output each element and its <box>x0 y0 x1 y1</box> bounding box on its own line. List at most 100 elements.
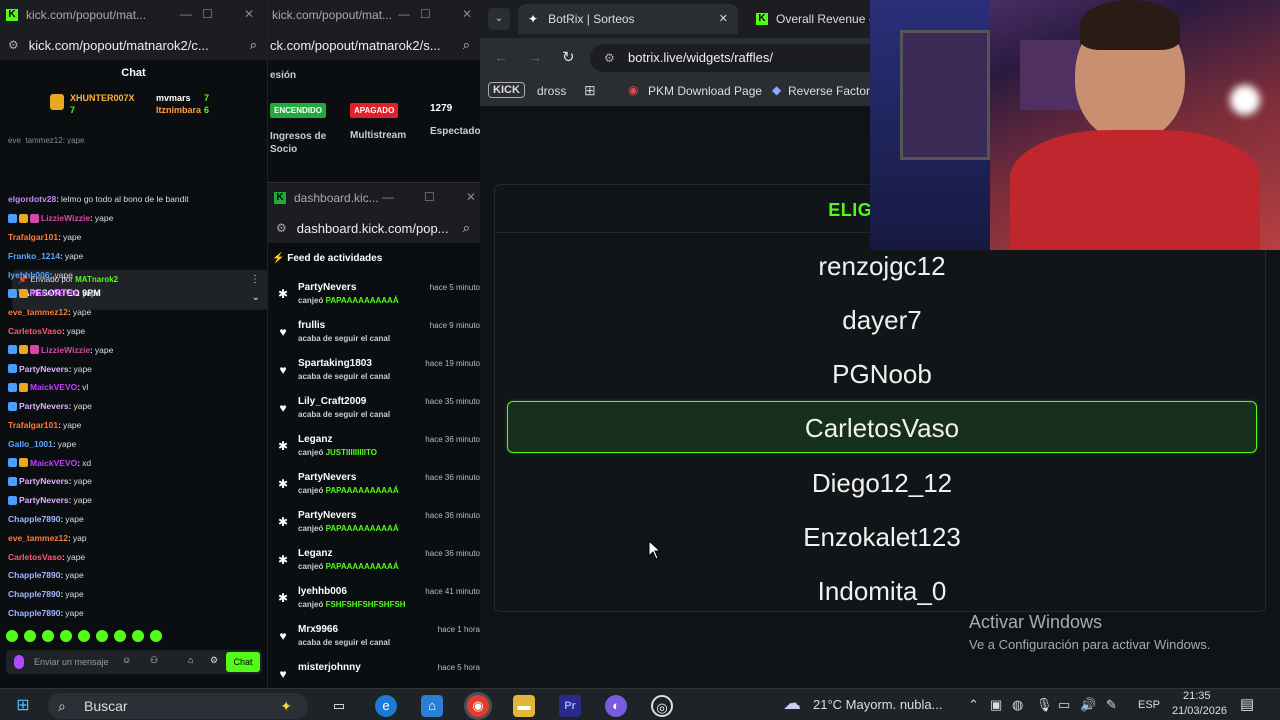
site-info-icon[interactable]: ⚙ <box>604 44 615 72</box>
site-settings-icon[interactable]: ⚙ <box>276 221 287 235</box>
chat-username[interactable]: Gallo_1001 <box>8 439 53 449</box>
multistream-status-badge[interactable]: APAGADO <box>350 103 399 118</box>
activity-feed-item[interactable]: ✱ PartyNevers canjeó PAPAAAAAAAAAÁ hace 36 … <box>268 469 480 507</box>
chat-address-bar[interactable]: ⚙ kick.com/popout/matnarok2/c... ⌕ <box>0 30 267 60</box>
tray-chevron-icon[interactable]: ⌃ <box>968 697 979 713</box>
user-badge-icon[interactable] <box>8 495 17 505</box>
language-indicator[interactable]: ESP <box>1138 699 1160 711</box>
activity-feed-item[interactable]: ♥ Mrx9966 acaba de seguir el canal hace 1 h… <box>268 621 480 659</box>
zoom-icon[interactable]: ⌕ <box>463 220 470 236</box>
tab-botrix[interactable]: ✦ BotRix | Sorteos ✕ <box>518 4 738 34</box>
activity-feed-item[interactable]: ✱ Leganz canjeó JUSTIIIIIIIIITO hace 36 min… <box>268 431 480 469</box>
minimize-icon[interactable]: — <box>180 7 192 21</box>
tab-search-icon[interactable]: ⌄ <box>488 8 510 30</box>
clock-date[interactable]: 21/03/2026 <box>1172 705 1227 717</box>
activity-feed-item[interactable]: ♥ frullis acaba de seguir el canal hace 9 m… <box>268 317 480 355</box>
emote-icon[interactable] <box>114 630 126 642</box>
close-icon[interactable]: ✕ <box>462 7 472 21</box>
emote-icon[interactable] <box>150 630 162 642</box>
user-badge-icon[interactable] <box>8 213 17 223</box>
user-badge-icon[interactable] <box>8 476 17 486</box>
user-badge-icon[interactable] <box>19 213 28 223</box>
user-badge-icon[interactable] <box>8 364 17 374</box>
settings-icon[interactable]: ⚙ <box>210 655 218 666</box>
reload-icon[interactable]: ↻ <box>562 48 575 66</box>
chrome-icon[interactable]: ◉ <box>467 695 489 717</box>
chat-username[interactable]: LizzieWizzie <box>41 213 90 223</box>
obs-icon[interactable]: ◎ <box>651 695 673 717</box>
chat-username[interactable]: CarletosVaso <box>8 326 62 336</box>
back-icon[interactable]: ← <box>494 49 508 65</box>
chat-username[interactable]: MaickVEVO <box>30 458 77 468</box>
user-badge-icon[interactable] <box>19 458 28 468</box>
chat-input[interactable]: Enviar un mensaje ☺ ⚇ ⌂ ⚙ Chat <box>6 650 262 674</box>
bookmark-kick[interactable]: KICK <box>488 82 525 98</box>
close-icon[interactable]: ✕ <box>466 190 476 204</box>
pen-icon[interactable]: ✎ <box>1106 697 1117 713</box>
chat-username[interactable]: Chapple7890 <box>8 589 60 599</box>
chat-username[interactable]: Chapple7890 <box>8 514 60 524</box>
chat-username[interactable]: Trafalgar101 <box>8 232 58 242</box>
emote-icon[interactable] <box>60 630 72 642</box>
emote-icon[interactable] <box>78 630 90 642</box>
clock-time[interactable]: 21:35 <box>1183 690 1211 702</box>
edge-icon[interactable]: e <box>375 695 397 717</box>
file-explorer-icon[interactable]: ▬ <box>513 695 535 717</box>
user-badge-icon[interactable] <box>8 288 17 298</box>
site-settings-icon[interactable]: ⚙ <box>8 38 19 52</box>
maximize-icon[interactable]: ☐ <box>420 7 431 21</box>
chat-username[interactable]: PartyNevers <box>19 476 69 486</box>
user-badge-icon[interactable] <box>8 401 17 411</box>
bookmark-pkm[interactable]: PKM Download Page <box>648 84 762 98</box>
chat-username[interactable]: CarletosVaso <box>8 552 62 562</box>
chat-username[interactable]: PartyNevers <box>19 364 69 374</box>
close-icon[interactable]: ✕ <box>244 7 254 21</box>
dashboard-address-bar[interactable]: ck.com/popout/matnarok2/s... ⌕ <box>268 30 480 60</box>
user-badge-icon[interactable] <box>8 382 17 392</box>
activity-feed-item[interactable]: ✱ Leganz canjeó PAPAAAAAAAAAÁ hace 36 minut… <box>268 545 480 583</box>
send-chat-button[interactable]: Chat <box>226 652 260 672</box>
activity-feed-item[interactable]: ♥ Lily_Craft2009 acaba de seguir el canal h… <box>268 393 480 431</box>
taskbar-search[interactable]: ⌕ Buscar ✦ <box>48 693 308 719</box>
emoji-icon[interactable]: ☺ <box>122 655 131 665</box>
store-icon[interactable]: ⌂ <box>188 655 193 665</box>
activity-feed-item[interactable]: ✱ PartyNevers canjeó PAPAAAAAAAAAÁ hace 36 … <box>268 507 480 545</box>
volume-icon[interactable]: 🔊 <box>1080 697 1096 713</box>
chat-username[interactable]: PartyNevers <box>19 495 69 505</box>
chat-username[interactable]: elgordotv28 <box>8 194 56 204</box>
chat-username[interactable]: lyehhb006 <box>8 270 50 280</box>
chat-username[interactable]: eve_tammez12 <box>8 533 68 543</box>
start-icon[interactable]: ⊞ <box>12 695 34 717</box>
user-badge-icon[interactable] <box>19 345 28 355</box>
user-badge-icon[interactable] <box>30 345 39 355</box>
minimize-icon[interactable]: — <box>398 7 410 21</box>
chat-username[interactable]: MaickVEVO <box>30 288 77 298</box>
minimize-icon[interactable]: — <box>382 190 394 204</box>
apps-grid-icon[interactable]: ⊞ <box>584 82 596 99</box>
chat-username[interactable]: eve_tammez12 <box>8 307 68 317</box>
chat-username[interactable]: Trafalgar101 <box>8 420 58 430</box>
chat-username[interactable]: Franko_1214 <box>8 251 60 261</box>
task-view-icon[interactable]: ▭ <box>328 695 350 717</box>
emote-icon[interactable] <box>24 630 36 642</box>
user-badge-icon[interactable] <box>19 382 28 392</box>
zoom-icon[interactable]: ⌕ <box>250 37 257 53</box>
chat-username[interactable]: MaickVEVO <box>30 382 77 392</box>
chat-username[interactable]: Chapple7890 <box>8 608 60 618</box>
users-icon[interactable]: ⚇ <box>150 655 158 666</box>
chat-username[interactable]: Chapple7890 <box>8 570 60 580</box>
user-badge-icon[interactable] <box>8 345 17 355</box>
chat-username[interactable]: LizzieWizzie <box>41 345 90 355</box>
emote-icon[interactable] <box>42 630 54 642</box>
notifications-icon[interactable]: ▤ <box>1240 695 1254 713</box>
close-tab-icon[interactable]: ✕ <box>719 12 728 25</box>
emote-icon[interactable] <box>132 630 144 642</box>
tray-app-icon[interactable]: ◍ <box>1012 697 1023 713</box>
activity-feed-item[interactable]: ✱ PartyNevers canjeó PAPAAAAAAAAAÁ hace 5 m… <box>268 279 480 317</box>
feed-address-bar[interactable]: ⚙ dashboard.kick.com/pop... ⌕ <box>268 213 480 243</box>
forward-icon[interactable]: → <box>528 49 542 65</box>
activity-feed-item[interactable]: ✱ lyehhb006 canjeó FSHFSHFSHFSHFSH hace 41 … <box>268 583 480 621</box>
tab-overall-revenue[interactable]: K Overall Revenue - K <box>746 4 876 34</box>
emote-icon[interactable] <box>6 630 18 642</box>
microphone-icon[interactable]: 🎙 <box>1036 697 1053 713</box>
